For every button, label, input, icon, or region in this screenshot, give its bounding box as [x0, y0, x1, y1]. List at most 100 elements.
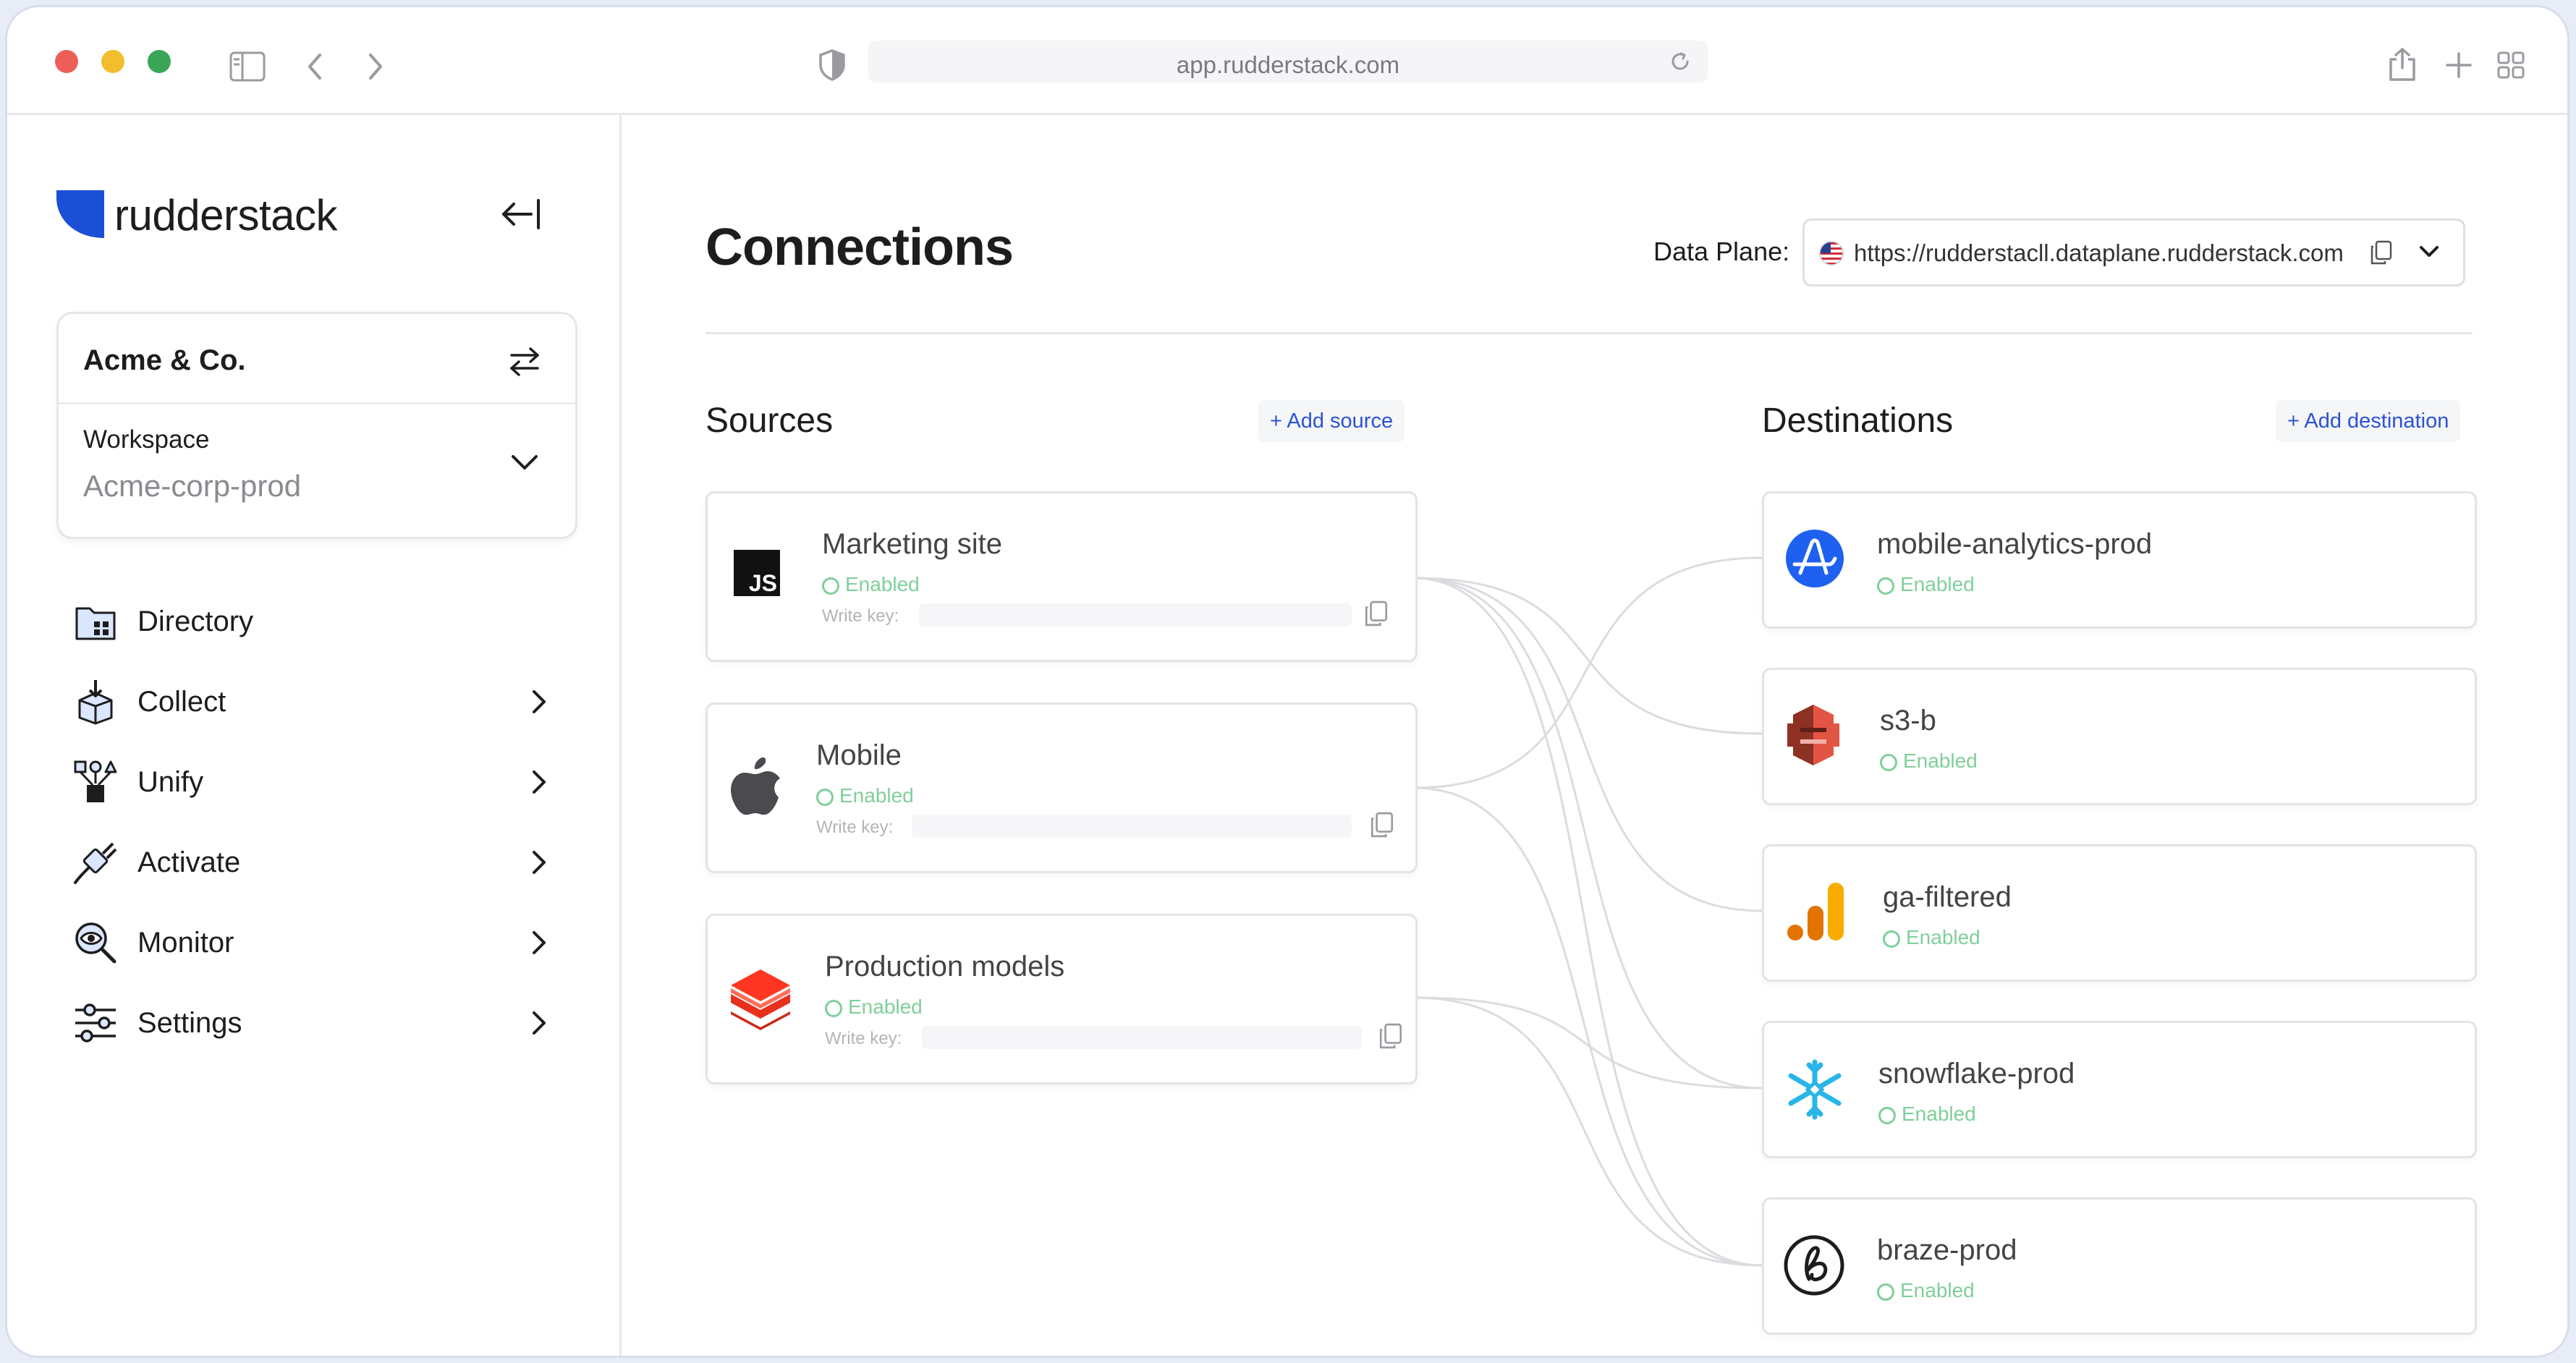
- destination-status: Enabled: [1880, 750, 1978, 773]
- amplitude-icon: [1786, 530, 1844, 587]
- destination-status: Enabled: [1877, 573, 1975, 596]
- sidebar-item-label: Directory: [137, 606, 254, 637]
- organization-name: Acme & Co.: [83, 344, 246, 376]
- copy-icon[interactable]: [1378, 1022, 1404, 1050]
- copy-icon[interactable]: [1363, 599, 1389, 628]
- tab-overview-icon[interactable]: [2496, 51, 2525, 80]
- workspace-dropdown-chevron-icon[interactable]: [509, 451, 541, 473]
- status-label: Enabled: [1906, 926, 1980, 948]
- javascript-icon: JS: [734, 550, 780, 596]
- sidebar-item-activate[interactable]: Activate: [65, 826, 550, 906]
- workspace-divider: [59, 402, 575, 404]
- source-card-production-models[interactable]: Production models Enabled Write key:: [706, 914, 1418, 1084]
- address-url: app.rudderstack.com: [1176, 51, 1400, 78]
- destination-name: braze-prod: [1877, 1234, 2017, 1266]
- minimize-window-button[interactable]: [101, 50, 124, 73]
- status-label: Enabled: [845, 573, 920, 595]
- source-card-mobile[interactable]: Mobile Enabled Write key:: [706, 702, 1418, 873]
- activate-icon: [74, 842, 117, 884]
- snowflake-icon: [1788, 1059, 1842, 1120]
- connection-line: [1412, 996, 1763, 1090]
- databricks-icon: [731, 969, 790, 1030]
- rudderstack-logo-icon[interactable]: [55, 189, 106, 239]
- destination-card-s3-b[interactable]: s3-b Enabled: [1762, 668, 2477, 805]
- sidebar-item-directory[interactable]: Directory: [65, 585, 550, 666]
- source-card-marketing-site[interactable]: JS Marketing site Enabled Write key:: [706, 491, 1418, 662]
- new-tab-icon[interactable]: [2444, 51, 2473, 80]
- source-status: Enabled: [822, 573, 920, 596]
- sidebar-item-settings[interactable]: Settings: [65, 987, 550, 1067]
- sidebar-item-monitor[interactable]: Monitor: [65, 906, 550, 987]
- workspace-switcher-card: Acme & Co. Workspace Acme-corp-prod: [56, 312, 577, 539]
- connection-line: [1412, 577, 1763, 1090]
- close-window-button[interactable]: [55, 50, 78, 73]
- apple-icon: [731, 757, 780, 815]
- chevron-right-icon: [533, 1011, 546, 1035]
- connection-line: [1412, 786, 1763, 1267]
- check-circle-icon: [1877, 577, 1894, 595]
- reload-icon[interactable]: [1669, 50, 1692, 73]
- status-label: Enabled: [1900, 573, 1975, 595]
- sidebar-item-label: Activate: [137, 846, 241, 878]
- status-label: Enabled: [848, 995, 923, 1018]
- destination-name: mobile-analytics-prod: [1877, 528, 2153, 560]
- sidebar-item-label: Monitor: [137, 927, 234, 959]
- write-key-label: Write key:: [816, 818, 894, 837]
- status-label: Enabled: [839, 784, 914, 807]
- switch-organization-icon[interactable]: [507, 346, 542, 378]
- copy-icon[interactable]: [1369, 810, 1395, 839]
- sidebar-item-collect[interactable]: Collect: [65, 666, 550, 746]
- check-circle-icon: [816, 789, 834, 806]
- share-icon[interactable]: [2386, 46, 2418, 82]
- directory-icon: [75, 607, 116, 640]
- destination-status: Enabled: [1883, 926, 1980, 949]
- unify-icon: [74, 760, 117, 802]
- destination-status: Enabled: [1877, 1279, 1975, 1302]
- connection-line: [1412, 577, 1763, 912]
- source-status: Enabled: [825, 995, 923, 1019]
- shield-icon: [819, 49, 845, 81]
- destination-name: snowflake-prod: [1878, 1058, 2075, 1090]
- check-circle-icon: [1878, 1107, 1896, 1124]
- browser-toolbar: app.rudderstack.com: [7, 7, 2567, 115]
- forward-arrow-icon[interactable]: [365, 51, 386, 82]
- destination-card-ga-filtered[interactable]: ga-filtered Enabled: [1762, 844, 2477, 982]
- status-label: Enabled: [1902, 1103, 1976, 1125]
- check-circle-icon: [822, 577, 839, 595]
- sidebar-item-label: Settings: [137, 1007, 242, 1039]
- sidebar-item-unify[interactable]: Unify: [65, 746, 550, 826]
- workspace-name: Acme-corp-prod: [83, 469, 302, 503]
- collapse-sidebar-icon[interactable]: [499, 196, 543, 232]
- back-arrow-icon[interactable]: [304, 51, 326, 82]
- connection-line: [1412, 577, 1763, 1267]
- chevron-right-icon: [533, 931, 546, 954]
- source-name: Production models: [825, 951, 1065, 982]
- check-circle-icon: [1883, 930, 1900, 948]
- check-circle-icon: [825, 1000, 842, 1017]
- sidebar-toggle-icon[interactable]: [229, 51, 266, 82]
- svg-text:JS: JS: [749, 570, 777, 596]
- connection-line: [1412, 577, 1763, 735]
- maximize-window-button[interactable]: [148, 50, 171, 73]
- workspace-label: Workspace: [83, 425, 210, 454]
- check-circle-icon: [1880, 754, 1897, 771]
- write-key-label: Write key:: [822, 606, 899, 626]
- settings-icon: [75, 1003, 116, 1043]
- browser-window: app.rudderstack.com rudderstack Acme & C…: [7, 7, 2567, 1356]
- sidebar-nav: Directory Collect Unify Activate Monitor…: [65, 585, 550, 1067]
- main-content: Connections Data Plane: https://rudderst…: [622, 115, 2567, 1356]
- status-label: Enabled: [1900, 1279, 1975, 1302]
- sidebar: rudderstack Acme & Co. Workspace Acme-co…: [7, 115, 622, 1356]
- destination-card-snowflake-prod[interactable]: snowflake-prod Enabled: [1762, 1021, 2477, 1158]
- destination-status: Enabled: [1878, 1103, 1976, 1126]
- braze-icon: [1784, 1235, 1844, 1296]
- write-key-value: [919, 603, 1352, 627]
- address-bar[interactable]: app.rudderstack.com: [868, 41, 1708, 82]
- status-label: Enabled: [1903, 750, 1978, 772]
- chevron-right-icon: [533, 690, 546, 713]
- destination-card-braze-prod[interactable]: braze-prod Enabled: [1762, 1197, 2477, 1335]
- destination-name: ga-filtered: [1883, 881, 2012, 913]
- destination-card-mobile-analytics-prod[interactable]: mobile-analytics-prod Enabled: [1762, 491, 2477, 629]
- google-analytics-icon: [1787, 883, 1844, 940]
- chevron-right-icon: [533, 851, 546, 874]
